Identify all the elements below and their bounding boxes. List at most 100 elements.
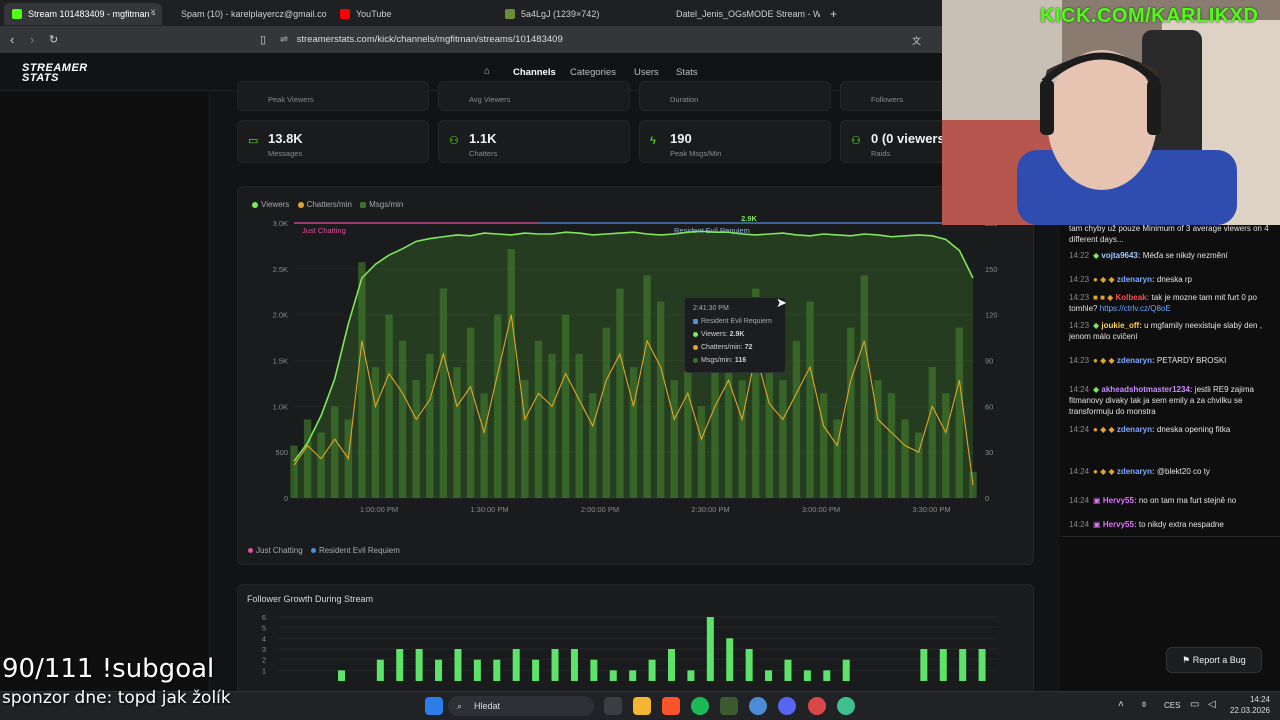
reload-icon[interactable]: ↻ xyxy=(49,33,58,46)
browser-tab-image[interactable]: 5a4LgJ (1239×742) xyxy=(497,3,657,25)
browser-tab-gmail[interactable]: Spam (10) - karelplayercz@gmail.com xyxy=(167,3,327,25)
follower-chart-title: Follower Growth During Stream xyxy=(247,594,374,604)
stat-label: Chatters xyxy=(469,149,498,158)
chart-legend: Viewers Chatters/min Msgs/min xyxy=(252,200,403,209)
x-tick-label: 3:30:00 PM xyxy=(912,505,950,514)
chat-message: 14:23 ● ◆ ◆ zdenaryn: dneska rp xyxy=(1069,275,1193,284)
follower-bar xyxy=(939,649,947,681)
follower-bar xyxy=(570,649,578,681)
tooltip-viewers: Viewers: 2.9K xyxy=(693,331,744,338)
tooltip-chatters: Chatters/min: 72 xyxy=(693,344,752,351)
forward-icon[interactable]: › xyxy=(30,32,34,47)
stat-card-avg-viewers: Avg Viewers xyxy=(438,81,630,111)
app-icon[interactable] xyxy=(808,697,826,715)
browser-tab-active[interactable]: Stream 101483409 - mgfitman - × xyxy=(4,3,162,25)
follower-bar xyxy=(765,670,773,681)
nav-stats[interactable]: Stats xyxy=(676,67,698,78)
microphone-icon[interactable]: ⌽ xyxy=(1141,699,1147,710)
follower-bar xyxy=(493,659,501,681)
y-tick-label-left: 1.0K xyxy=(273,402,288,411)
youtube-icon xyxy=(340,9,350,19)
band-legend-just-chatting[interactable]: Just Chatting xyxy=(248,546,303,555)
nav-channels[interactable]: Channels xyxy=(513,67,556,78)
nav-categories[interactable]: Categories xyxy=(570,67,616,78)
y-tick-label-right: 120 xyxy=(985,311,998,320)
browser-tab-bar: Stream 101483409 - mgfitman - × Spam (10… xyxy=(0,0,942,26)
stat-label: Raids xyxy=(871,149,891,158)
tab-title: Datel_Jenis_OGsMODE Stream - Wat xyxy=(676,9,820,19)
search-icon: ⌕ xyxy=(457,701,463,711)
follower-bar xyxy=(920,649,928,681)
category-legend: Just Chatting Resident Evil Requiem xyxy=(248,546,400,555)
follower-bar xyxy=(532,659,540,681)
chat-message: 14:24 ▣ Hervy55: no on tam ma furt stejně… xyxy=(1069,496,1237,505)
stat-label: Followers xyxy=(871,95,904,104)
steam-icon[interactable] xyxy=(749,697,767,715)
new-tab-button[interactable]: + xyxy=(822,3,842,25)
home-icon[interactable]: ⌂ xyxy=(484,66,490,77)
follower-bar xyxy=(726,638,734,681)
report-bug-button[interactable]: ⚑ Report a Bug xyxy=(1166,647,1262,673)
task-view-icon[interactable] xyxy=(604,697,622,715)
tray-chevron-icon[interactable]: ˄ xyxy=(1118,699,1124,710)
file-explorer-icon[interactable] xyxy=(633,697,651,715)
volume-icon[interactable]: ◁ xyxy=(1208,699,1216,710)
stat-card-duration: Duration xyxy=(639,81,831,111)
close-tab-icon[interactable]: × xyxy=(150,7,156,18)
nav-users[interactable]: Users xyxy=(634,67,659,78)
stat-label: Messages xyxy=(268,149,303,158)
y-tick-label-right: 0 xyxy=(985,494,989,503)
spotify-icon[interactable] xyxy=(691,697,709,715)
x-tick-label: 2:00:00 PM xyxy=(581,505,619,514)
chat-message: 14:23 ◆ joukie_off: u mgfamily neexistuje… xyxy=(1069,321,1262,341)
taskbar-clock[interactable]: 14:24 22.03.2026 xyxy=(1222,694,1270,716)
x-tick-label: 3:00:00 PM xyxy=(802,505,840,514)
taskbar-search[interactable]: ⌕ Hledat xyxy=(448,696,594,716)
follower-y-tick: 3 xyxy=(262,645,266,654)
follower-bar xyxy=(803,670,811,681)
legend-viewers[interactable]: Viewers xyxy=(252,200,289,209)
follower-bar xyxy=(668,649,675,681)
language-indicator[interactable]: CES xyxy=(1164,701,1180,710)
url-field[interactable]: ⇌ streamerstats.com/kick/channels/mgfitm… xyxy=(280,31,940,49)
chat-message: tam chyby už pouze Minimum of 3 average … xyxy=(1069,224,1269,244)
brave-browser-icon[interactable] xyxy=(662,697,680,715)
follower-y-tick: 5 xyxy=(262,624,266,633)
message-icon: ▭ xyxy=(248,135,259,147)
follower-y-tick: 1 xyxy=(262,666,266,675)
app-icon[interactable] xyxy=(720,697,738,715)
site-info-icon[interactable]: ⇌ xyxy=(280,34,288,45)
follower-bar-chart[interactable]: 12 3 45 6 xyxy=(238,609,1035,699)
users-icon: ⚇ xyxy=(851,135,861,147)
legend-msgs[interactable]: Msgs/min xyxy=(360,200,403,209)
discord-icon[interactable] xyxy=(778,697,796,715)
x-tick-label: 1:00:00 PM xyxy=(360,505,398,514)
viewers-area xyxy=(294,231,973,498)
back-icon[interactable]: ‹ xyxy=(10,32,14,47)
edge-icon[interactable] xyxy=(837,697,855,715)
webcam-feed: KICK.COM/KARLIKXD xyxy=(942,0,1280,225)
follower-bar xyxy=(590,659,598,681)
site-logo[interactable]: STREAMER STATS xyxy=(22,63,88,84)
follower-bar xyxy=(745,649,753,681)
follower-bar xyxy=(338,670,345,681)
follower-bar xyxy=(609,670,617,681)
chat-message: 14:24 ● ◆ ◆ zdenaryn: dneska opening fitk… xyxy=(1069,425,1231,434)
translate-icon[interactable]: 文 xyxy=(912,34,921,47)
browser-tab-kick[interactable]: Datel_Jenis_OGsMODE Stream - Wat xyxy=(662,3,820,25)
y-tick-label-right: 150 xyxy=(985,265,998,274)
y-tick-label-left: 2.0K xyxy=(273,311,288,320)
stat-value: 1.1K xyxy=(469,131,497,146)
chat-link[interactable]: https://ctrlv.cz/Q8oE xyxy=(1100,304,1171,313)
band-legend-resident-evil[interactable]: Resident Evil Requiem xyxy=(310,546,400,555)
windows-start-icon[interactable] xyxy=(425,697,443,715)
bookmark-icon[interactable]: ▯ xyxy=(260,33,266,46)
tab-title: Spam (10) - karelplayercz@gmail.com xyxy=(181,9,327,19)
legend-chatters[interactable]: Chatters/min xyxy=(297,200,352,209)
browser-tab-youtube[interactable]: YouTube xyxy=(332,3,492,25)
sponsor-overlay: sponzor dne: topd jak žolík xyxy=(2,688,231,708)
network-icon[interactable]: ▭ xyxy=(1190,699,1199,710)
viewers-line-chart[interactable]: 00500301.0K601.5K902.0K1202.5K1503.0K180… xyxy=(238,211,1035,541)
follower-bar xyxy=(629,670,637,681)
flag-icon: ⚑ xyxy=(1182,655,1191,665)
